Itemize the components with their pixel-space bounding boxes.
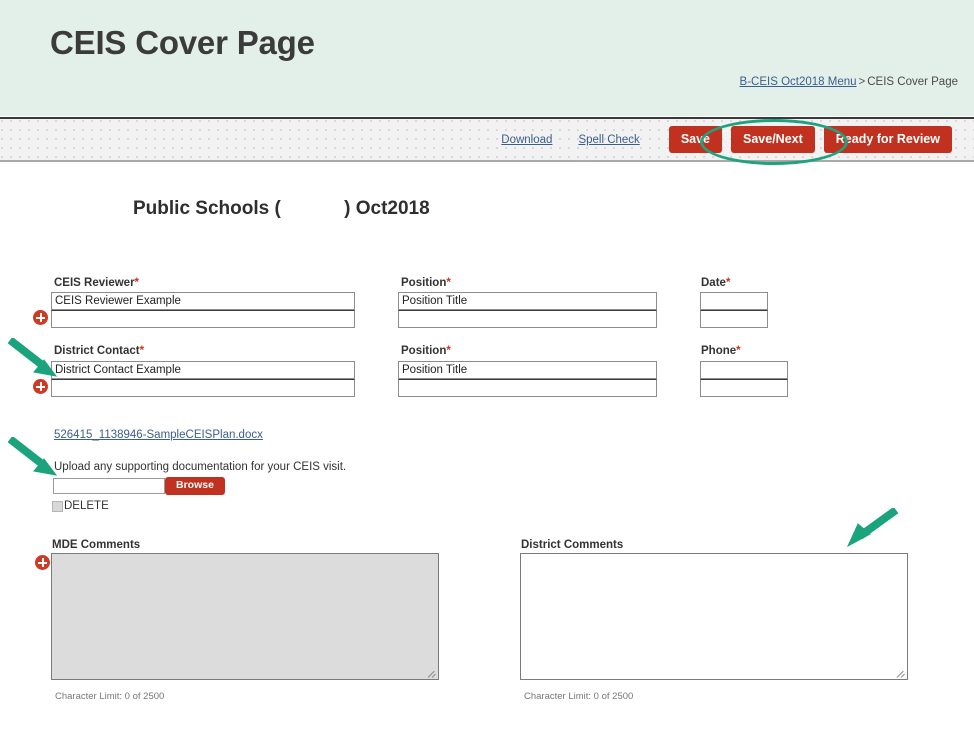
contact-position-input[interactable] xyxy=(398,361,657,379)
file-upload-input[interactable] xyxy=(53,478,165,494)
reviewer-position-input[interactable] xyxy=(398,292,657,310)
upload-instruction-text: Upload any supporting documentation for … xyxy=(54,461,347,473)
mde-comments-label: MDE Comments xyxy=(52,539,141,551)
breadcrumb-current: CEIS Cover Page xyxy=(867,76,958,88)
ceis-cover-page: CEIS Cover Page B-CEIS Oct2018 Menu > CEIS… xyxy=(0,0,974,729)
ceis-reviewer-input-2[interactable] xyxy=(51,310,355,328)
save-next-button[interactable]: Save/Next xyxy=(731,125,815,154)
page-header-banner: CEIS Cover Page B-CEIS Oct2018 Menu > CEIS… xyxy=(0,0,974,116)
phone-label: Phone* xyxy=(701,345,741,357)
breadcrumb: B-CEIS Oct2018 Menu > CEIS Cover Page xyxy=(740,76,958,88)
add-district-contact-icon[interactable] xyxy=(33,379,48,394)
date-input-2[interactable] xyxy=(700,310,768,328)
district-comments-label: District Comments xyxy=(521,539,624,551)
ceis-reviewer-label: CEIS Reviewer* xyxy=(54,277,140,289)
add-ceis-reviewer-icon[interactable] xyxy=(33,310,48,325)
add-mde-comment-icon[interactable] xyxy=(35,555,50,570)
reviewer-position-input-2[interactable] xyxy=(398,310,657,328)
district-contact-label: District Contact* xyxy=(54,345,145,357)
toolbar-actions: Download Spell Check Save Save/Next Read… xyxy=(501,119,952,160)
browse-button[interactable]: Browse xyxy=(165,477,225,495)
delete-checkbox[interactable] xyxy=(52,500,63,512)
contact-position-input-2[interactable] xyxy=(398,379,657,397)
ready-for-review-button[interactable]: Ready for Review xyxy=(823,125,952,154)
district-contact-input[interactable] xyxy=(51,361,355,379)
arrow-district-comments-icon xyxy=(846,508,899,548)
spell-check-link[interactable]: Spell Check xyxy=(578,134,639,146)
save-button[interactable]: Save xyxy=(668,125,723,154)
phone-input-2[interactable] xyxy=(700,379,788,397)
date-input[interactable] xyxy=(700,292,768,310)
mde-comments-textarea[interactable] xyxy=(51,553,439,680)
breadcrumb-link-menu[interactable]: B-CEIS Oct2018 Menu xyxy=(740,76,857,88)
mde-character-limit: Character Limit: 0 of 2500 xyxy=(55,691,165,702)
reviewer-position-label: Position* xyxy=(401,277,451,289)
ceis-reviewer-input[interactable] xyxy=(51,292,355,310)
action-toolbar: Download Spell Check Save Save/Next Read… xyxy=(0,117,974,162)
date-label: Date* xyxy=(701,277,731,289)
delete-label: DELETE xyxy=(64,500,109,512)
district-character-limit: Character Limit: 0 of 2500 xyxy=(524,691,634,702)
delete-file-row: DELETE xyxy=(52,500,109,512)
contact-position-label: Position* xyxy=(401,345,451,357)
district-name-heading: Public Schools ( ) Oct2018 xyxy=(133,198,430,219)
district-comments-textarea[interactable] xyxy=(520,553,908,680)
breadcrumb-separator: > xyxy=(858,76,866,88)
district-contact-input-2[interactable] xyxy=(51,379,355,397)
download-link[interactable]: Download xyxy=(501,134,552,146)
attached-file-link[interactable]: 526415_1138946-SampleCEISPlan.docx xyxy=(54,429,263,441)
phone-input[interactable] xyxy=(700,361,788,379)
arrow-upload-icon xyxy=(8,437,58,476)
page-title: CEIS Cover Page xyxy=(50,24,315,61)
